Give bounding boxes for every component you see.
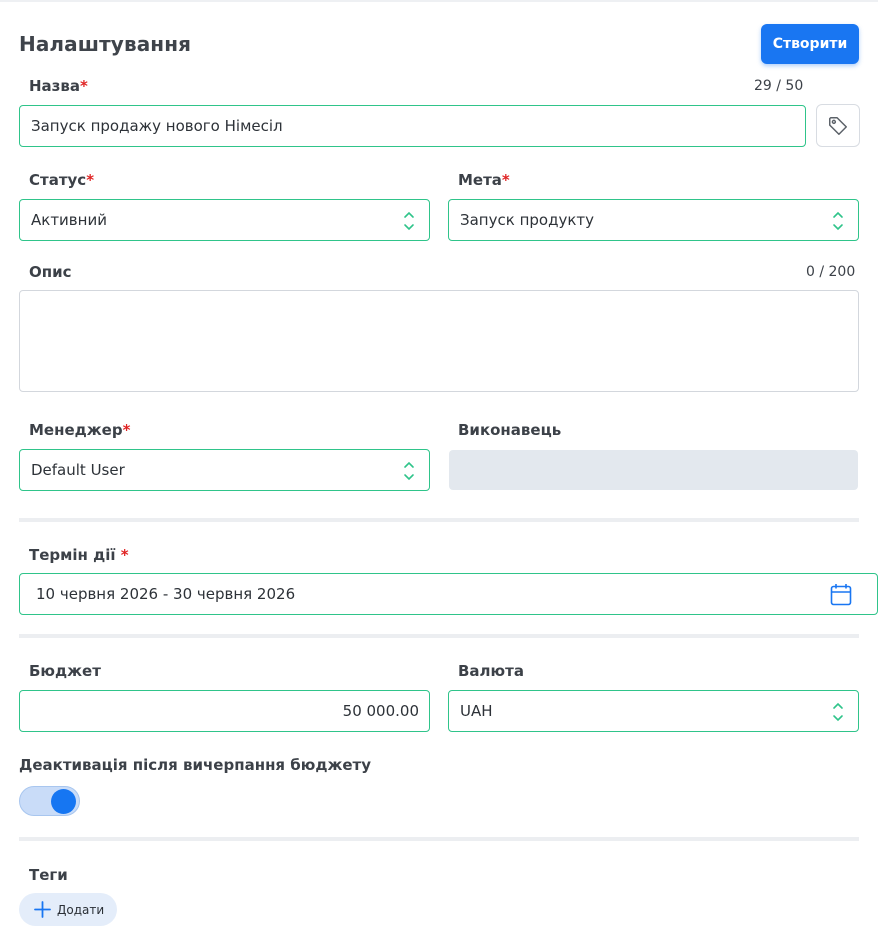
calendar-icon[interactable] xyxy=(830,583,852,606)
executor-label: Виконавець xyxy=(458,421,562,439)
add-tag-label: Додати xyxy=(57,902,105,917)
create-button[interactable]: Створити xyxy=(761,24,859,64)
term-date-range-field[interactable]: 10 червня 2026 - 30 червня 2026 xyxy=(19,573,878,615)
goal-value: Запуск продукту xyxy=(460,211,594,229)
budget-input[interactable] xyxy=(31,702,419,720)
deactivation-label: Деактивація після вичерпання бюджету xyxy=(19,756,372,774)
status-value: Активний xyxy=(31,211,107,229)
toggle-knob xyxy=(51,789,76,814)
plus-icon xyxy=(34,901,51,918)
tag-button[interactable] xyxy=(816,104,860,147)
required-mark: * xyxy=(80,77,88,95)
budget-field[interactable] xyxy=(19,690,430,732)
settings-panel: Налаштування Створити Назва* 29 / 50 Ста… xyxy=(0,0,878,940)
currency-value: UAH xyxy=(460,702,493,720)
term-label: Термін дії * xyxy=(29,546,129,564)
required-mark: * xyxy=(501,171,510,189)
name-counter: 29 / 50 xyxy=(754,78,804,94)
status-select[interactable]: Активний xyxy=(19,199,430,241)
description-label: Опис xyxy=(29,263,72,281)
page-title: Налаштування xyxy=(19,32,192,56)
section-divider xyxy=(19,518,859,522)
chevron-up-down-icon xyxy=(833,211,843,231)
required-mark: * xyxy=(86,171,95,189)
add-tag-button[interactable]: Додати xyxy=(19,893,117,926)
goal-select[interactable]: Запуск продукту xyxy=(448,199,859,241)
status-label: Статус* xyxy=(29,171,95,189)
chevron-up-down-icon xyxy=(404,211,414,231)
name-field[interactable] xyxy=(19,105,806,147)
section-divider xyxy=(19,634,859,638)
tag-icon xyxy=(829,116,847,135)
executor-field xyxy=(449,450,858,490)
section-divider xyxy=(19,837,859,841)
description-textarea[interactable] xyxy=(19,290,859,392)
currency-label: Валюта xyxy=(458,662,524,680)
manager-value: Default User xyxy=(31,461,125,479)
manager-select[interactable]: Default User xyxy=(19,449,430,491)
description-counter: 0 / 200 xyxy=(806,264,856,280)
required-mark: * xyxy=(120,546,129,564)
budget-label: Бюджет xyxy=(29,662,101,680)
name-label: Назва* xyxy=(29,77,88,95)
manager-label: Менеджер* xyxy=(29,421,131,439)
tags-label: Теги xyxy=(29,866,68,884)
chevron-up-down-icon xyxy=(833,702,843,722)
term-value: 10 червня 2026 - 30 червня 2026 xyxy=(36,585,296,603)
deactivation-toggle[interactable] xyxy=(19,786,80,816)
currency-select[interactable]: UAH xyxy=(448,690,859,732)
chevron-up-down-icon xyxy=(404,461,414,481)
required-mark: * xyxy=(122,421,131,439)
name-input[interactable] xyxy=(31,117,805,135)
goal-label: Мета* xyxy=(458,171,510,189)
